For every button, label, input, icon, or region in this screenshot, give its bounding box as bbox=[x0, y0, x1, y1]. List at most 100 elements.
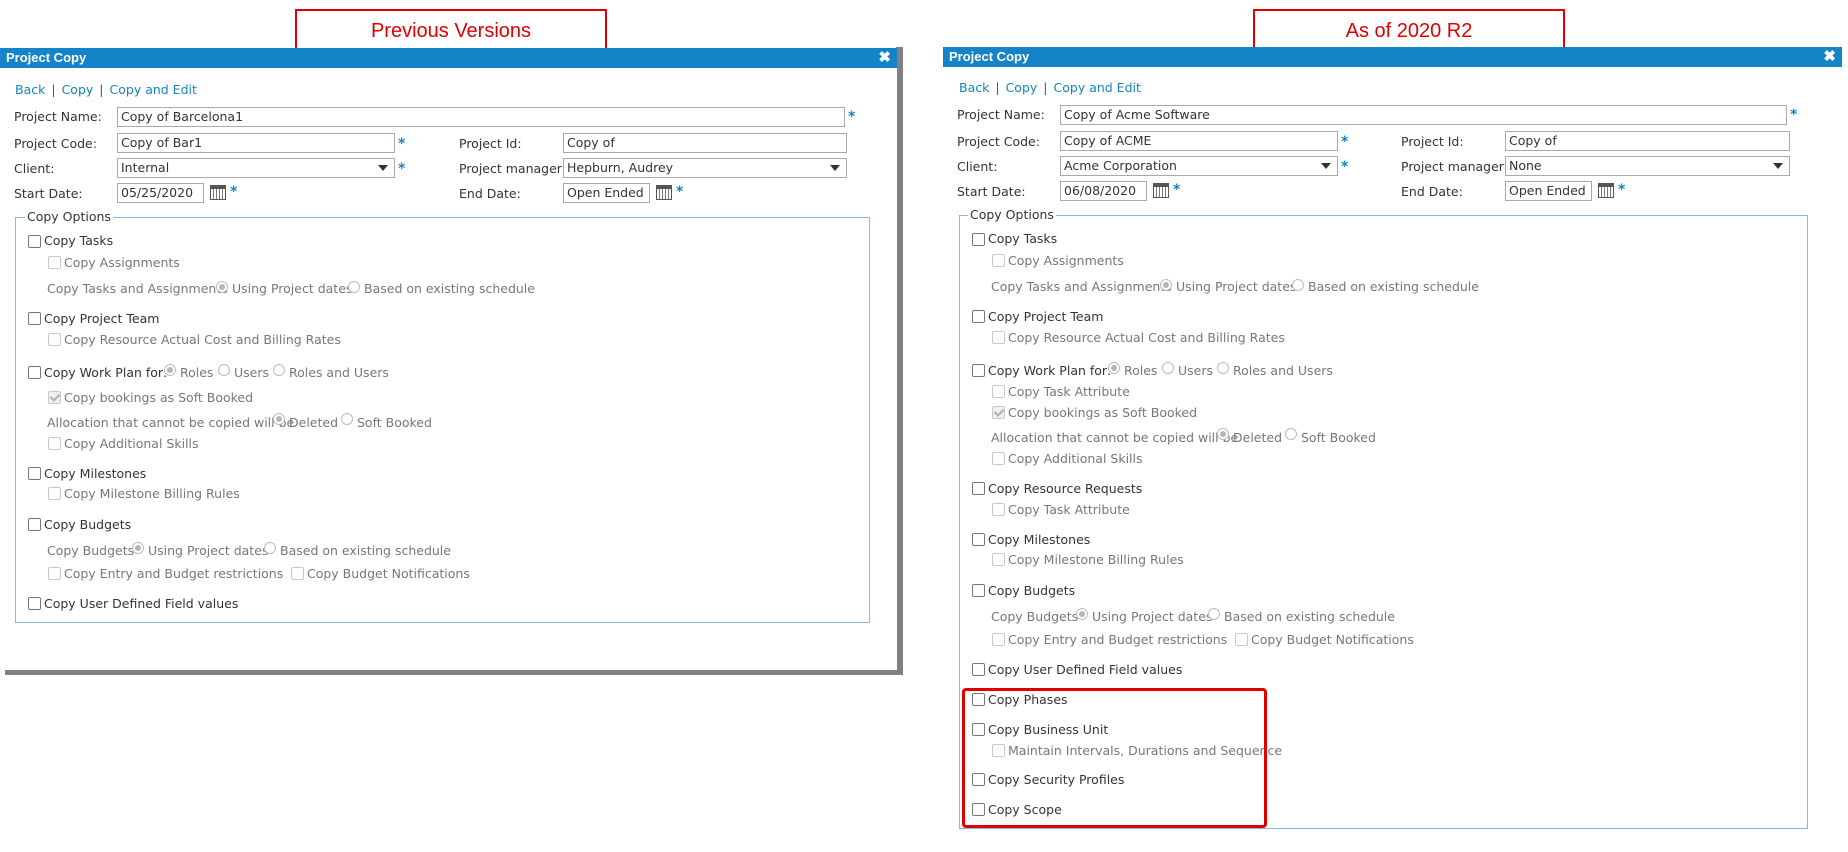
soft-booked-radio[interactable] bbox=[341, 413, 353, 425]
roles-radio[interactable] bbox=[1108, 362, 1120, 374]
copy-bookings-soft-checkbox[interactable] bbox=[48, 391, 61, 404]
copy-resource-rates-checkbox[interactable] bbox=[992, 331, 1005, 344]
based-existing-label: Based on existing schedule bbox=[364, 281, 535, 296]
copy-work-plan-checkbox[interactable] bbox=[28, 366, 41, 379]
copy-udf-checkbox[interactable] bbox=[972, 663, 985, 676]
users-radio[interactable] bbox=[1162, 362, 1174, 374]
copy-milestones-checkbox[interactable] bbox=[972, 533, 985, 546]
budget-based-existing-radio[interactable] bbox=[1208, 608, 1220, 620]
copy-bookings-soft-checkbox[interactable] bbox=[992, 406, 1005, 419]
close-icon[interactable]: ✖ bbox=[1823, 47, 1836, 67]
client-select[interactable]: Internal bbox=[117, 158, 395, 178]
soft-booked-label: Soft Booked bbox=[357, 415, 432, 430]
back-link[interactable]: Back bbox=[15, 82, 45, 97]
new-options-highlight bbox=[962, 688, 1267, 828]
client-label: Client: bbox=[14, 161, 55, 176]
copy-milestone-billing-checkbox[interactable] bbox=[992, 553, 1005, 566]
calendar-icon[interactable] bbox=[1598, 183, 1614, 198]
users-radio[interactable] bbox=[218, 364, 230, 376]
start-date-input[interactable]: 06/08/2020 bbox=[1060, 181, 1147, 201]
project-code-input[interactable]: Copy of Bar1 bbox=[117, 133, 395, 153]
using-project-dates-radio[interactable] bbox=[1160, 279, 1172, 291]
budget-based-existing-label: Based on existing schedule bbox=[280, 543, 451, 558]
copy-resource-requests-checkbox[interactable] bbox=[972, 482, 985, 495]
copy-resource-rates-label: Copy Resource Actual Cost and Billing Ra… bbox=[1008, 330, 1285, 345]
copy-milestones-checkbox[interactable] bbox=[28, 467, 41, 480]
project-name-input[interactable]: Copy of Barcelona1 bbox=[117, 107, 845, 127]
copy-entry-budget-label: Copy Entry and Budget restrictions bbox=[1008, 632, 1228, 647]
copy-udf-label: Copy User Defined Field values bbox=[44, 596, 239, 611]
project-manager-select[interactable]: None bbox=[1505, 156, 1790, 176]
budget-using-project-dates-radio[interactable] bbox=[132, 542, 144, 554]
project-id-input[interactable]: Copy of bbox=[1505, 131, 1790, 151]
using-project-dates-radio[interactable] bbox=[216, 281, 228, 293]
end-date-input[interactable]: Open Ended bbox=[1505, 181, 1592, 201]
copy-task-attribute-2-checkbox[interactable] bbox=[992, 503, 1005, 516]
calendar-icon[interactable] bbox=[656, 185, 672, 200]
copy-link[interactable]: Copy bbox=[1006, 80, 1038, 95]
back-link[interactable]: Back bbox=[959, 80, 989, 95]
copy-budgets-checkbox[interactable] bbox=[28, 518, 41, 531]
based-existing-radio[interactable] bbox=[1292, 279, 1304, 291]
roles-and-users-radio[interactable] bbox=[1217, 362, 1229, 374]
copy-udf-checkbox[interactable] bbox=[28, 597, 41, 610]
project-code-input[interactable]: Copy of ACME bbox=[1060, 131, 1338, 151]
copy-resource-rates-checkbox[interactable] bbox=[48, 333, 61, 346]
copy-task-attribute-label: Copy Task Attribute bbox=[1008, 384, 1130, 399]
budget-using-project-dates-radio[interactable] bbox=[1076, 608, 1088, 620]
link-separator: | bbox=[995, 80, 1000, 95]
project-id-input[interactable]: Copy of bbox=[563, 133, 847, 153]
start-date-input[interactable]: 05/25/2020 bbox=[117, 183, 204, 203]
calendar-icon[interactable] bbox=[210, 185, 226, 200]
soft-booked-label: Soft Booked bbox=[1301, 430, 1376, 445]
client-select[interactable]: Acme Corporation bbox=[1060, 156, 1338, 176]
copy-entry-budget-checkbox[interactable] bbox=[992, 633, 1005, 646]
budget-based-existing-radio[interactable] bbox=[264, 542, 276, 554]
copy-and-edit-link[interactable]: Copy and Edit bbox=[110, 82, 197, 97]
deleted-radio[interactable] bbox=[1217, 428, 1229, 440]
required-marker: * bbox=[398, 136, 406, 152]
link-separator: | bbox=[51, 82, 56, 97]
copy-budget-notifications-checkbox[interactable] bbox=[291, 567, 304, 580]
end-date-input[interactable]: Open Ended bbox=[563, 183, 650, 203]
based-existing-radio[interactable] bbox=[348, 281, 360, 293]
required-marker: * bbox=[1173, 182, 1181, 198]
copy-project-team-checkbox[interactable] bbox=[972, 310, 985, 323]
link-separator: | bbox=[99, 82, 104, 97]
copy-project-team-checkbox[interactable] bbox=[28, 312, 41, 325]
roles-radio[interactable] bbox=[164, 364, 176, 376]
project-id-label: Project Id: bbox=[1401, 134, 1464, 149]
copy-budget-notifications-checkbox[interactable] bbox=[1235, 633, 1248, 646]
copy-link[interactable]: Copy bbox=[62, 82, 94, 97]
project-manager-select[interactable]: Hepburn, Audrey bbox=[563, 158, 847, 178]
deleted-radio[interactable] bbox=[273, 413, 285, 425]
end-date-label: End Date: bbox=[1401, 184, 1463, 199]
copy-milestones-label: Copy Milestones bbox=[988, 532, 1091, 547]
budget-using-project-dates-label: Using Project dates bbox=[148, 543, 269, 558]
close-icon[interactable]: ✖ bbox=[878, 48, 891, 68]
copy-assignments-checkbox[interactable] bbox=[992, 254, 1005, 267]
copy-budgets-dates-label: Copy Budgets bbox=[47, 543, 135, 558]
copy-task-attribute-checkbox[interactable] bbox=[992, 385, 1005, 398]
required-marker: * bbox=[848, 109, 856, 125]
project-name-input[interactable]: Copy of Acme Software bbox=[1060, 105, 1787, 125]
copy-budgets-checkbox[interactable] bbox=[972, 584, 985, 597]
copy-and-edit-link[interactable]: Copy and Edit bbox=[1054, 80, 1141, 95]
soft-booked-radio[interactable] bbox=[1285, 428, 1297, 440]
copy-resource-requests-label: Copy Resource Requests bbox=[988, 481, 1143, 496]
project-manager-label: Project manager: bbox=[1401, 159, 1508, 174]
calendar-icon[interactable] bbox=[1153, 183, 1169, 198]
copy-entry-budget-checkbox[interactable] bbox=[48, 567, 61, 580]
users-label: Users bbox=[1178, 363, 1214, 378]
copy-assignments-label: Copy Assignments bbox=[64, 255, 180, 270]
copy-milestone-billing-checkbox[interactable] bbox=[48, 487, 61, 500]
copy-additional-skills-checkbox[interactable] bbox=[48, 437, 61, 450]
copy-assignments-checkbox[interactable] bbox=[48, 256, 61, 269]
roles-and-users-radio[interactable] bbox=[273, 364, 285, 376]
required-marker: * bbox=[230, 184, 238, 200]
project-code-label: Project Code: bbox=[957, 134, 1040, 149]
copy-additional-skills-checkbox[interactable] bbox=[992, 452, 1005, 465]
copy-work-plan-checkbox[interactable] bbox=[972, 364, 985, 377]
copy-tasks-checkbox[interactable] bbox=[28, 235, 41, 248]
copy-tasks-checkbox[interactable] bbox=[972, 233, 985, 246]
